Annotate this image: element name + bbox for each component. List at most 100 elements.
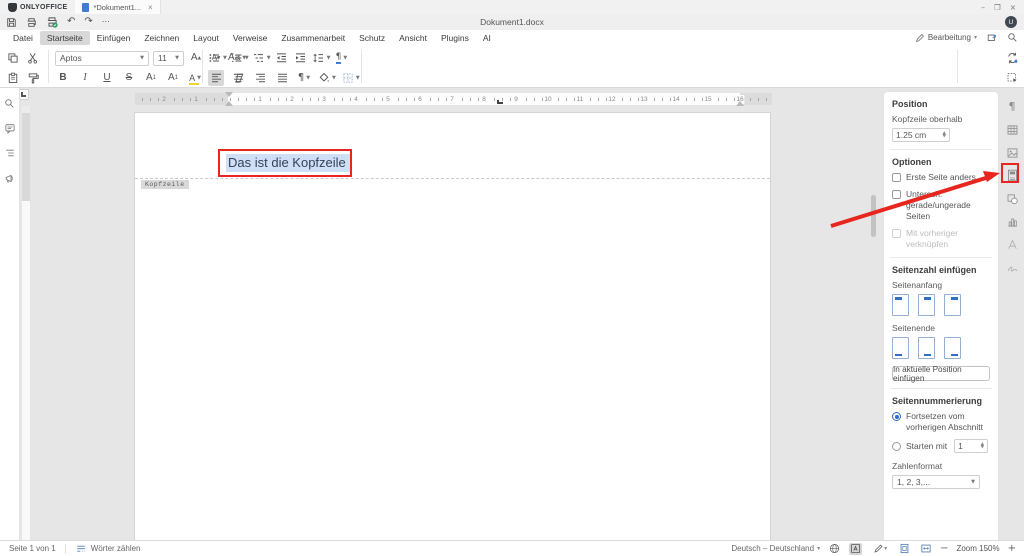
checkbox-even-odd-pages[interactable]: Untersch. gerade/ungerade Seiten [892,189,990,222]
italic-button[interactable]: I [77,70,93,86]
vertical-scrollbar[interactable] [871,195,876,237]
highlight-color-button[interactable]: A▼ [187,70,203,86]
page-number-top-center-thumb[interactable] [918,294,935,316]
search-icon[interactable] [1007,32,1018,43]
menu-plugins[interactable]: Plugins [434,31,476,45]
checkbox-first-page-different[interactable]: Erste Seite anders [892,172,990,183]
edit-mode-selector[interactable]: Bearbeitung ▾ [915,33,977,43]
superscript-button[interactable]: A1 [143,70,159,86]
zoom-in-button[interactable]: + [1008,543,1016,554]
radio-selected-icon[interactable] [892,412,901,421]
signature-settings-icon[interactable] [1005,260,1020,275]
word-count-button[interactable]: Wörter zählen [66,541,150,556]
align-left-button[interactable] [208,70,224,86]
multilevel-list-button[interactable]: ▼ [252,50,271,66]
bullet-list-button[interactable]: ▼ [208,50,227,66]
bold-button[interactable]: B [55,70,71,86]
checkbox-icon[interactable] [892,173,901,182]
tab-stop-marker[interactable] [497,100,503,104]
paragraph-shading-button[interactable]: ¶▼ [333,50,349,66]
zoom-out-button[interactable]: − [940,543,948,554]
right-indent-marker[interactable] [736,101,744,106]
track-changes-button[interactable]: ▾ [870,543,890,555]
paragraph-settings-icon[interactable]: ¶ [1005,99,1020,114]
table-settings-icon[interactable] [1005,122,1020,137]
underline-button[interactable]: U [99,70,115,86]
feedback-icon[interactable] [3,171,17,185]
menu-schutz[interactable]: Schutz [352,31,392,45]
shading-color-button[interactable]: ▼ [318,70,336,86]
borders-button[interactable]: ▼ [342,70,360,86]
text-art-settings-icon[interactable] [1005,237,1020,252]
line-spacing-button[interactable]: ▼ [312,50,331,66]
left-indent-marker[interactable] [225,101,233,106]
radio-continue-from-previous[interactable]: Fortsetzen vom vorherigen Abschnitt [892,411,990,433]
align-center-button[interactable] [230,70,246,86]
header-position-stepper[interactable]: 1.25 cm ▲▼ [892,128,950,142]
document-language-icon[interactable] [828,543,841,555]
menu-einfuegen[interactable]: Einfügen [90,31,138,45]
copy-button[interactable] [5,50,21,66]
menu-ansicht[interactable]: Ansicht [392,31,434,45]
comments-icon[interactable] [3,121,17,135]
language-selector[interactable]: Deutsch – Deutschland ▾ [731,544,820,553]
replace-button[interactable] [1004,50,1020,66]
nonprinting-characters-button[interactable]: ¶▼ [296,70,312,86]
radio-start-at[interactable]: Starten mit 1 ▲▼ [892,439,990,453]
font-size-select[interactable]: 11 ▼ [153,51,184,66]
shape-settings-icon[interactable] [1005,191,1020,206]
start-at-stepper[interactable]: 1 ▲▼ [954,439,988,453]
document-tab[interactable]: *Dokument1... × [75,0,160,14]
cut-button[interactable] [25,50,41,66]
increase-indent-button[interactable] [293,50,309,66]
page-number-bottom-center-thumb[interactable] [918,337,935,359]
insert-at-current-position-button[interactable]: In aktuelle Position einfügen [892,366,990,381]
minimize-button[interactable]: – [981,3,985,12]
stepper-down-icon[interactable]: ▼ [943,135,946,139]
page-indicator[interactable]: Seite 1 von 1 [0,541,65,556]
font-name-select[interactable]: Aptos ▼ [55,51,149,66]
page-number-top-right-thumb[interactable] [944,294,961,316]
radio-icon[interactable] [892,442,901,451]
decrease-indent-button[interactable] [274,50,290,66]
menu-zusammenarbeit[interactable]: Zusammenarbeit [274,31,352,45]
menu-startseite[interactable]: Startseite [40,31,90,45]
zoom-level-label[interactable]: Zoom 150% [956,544,999,553]
horizontal-ruler[interactable]: 2 1 1 2 3 4 5 6 7 8 9 10 11 12 13 14 15 … [135,93,772,105]
checkbox-icon[interactable] [892,190,901,199]
numbered-list-button[interactable]: ▼ [230,50,249,66]
stepper-down-icon[interactable]: ▼ [981,446,984,450]
fit-page-button[interactable] [898,543,911,555]
strikethrough-button[interactable]: S [121,70,137,86]
select-all-button[interactable] [1004,70,1020,86]
number-format-select[interactable]: 1, 2, 3,... ▼ [892,475,980,489]
increase-font-size-button[interactable]: A▲ [188,50,204,66]
vertical-ruler[interactable] [22,106,30,540]
header-text-selected[interactable]: Das ist die Kopfzeile [226,154,350,172]
page-number-bottom-right-thumb[interactable] [944,337,961,359]
header-footer-settings-icon[interactable] [1005,168,1020,183]
menu-ai[interactable]: AI [476,31,498,45]
open-file-location-icon[interactable] [986,32,998,43]
menu-layout[interactable]: Layout [186,31,226,45]
find-icon[interactable] [3,96,17,110]
menu-verweise[interactable]: Verweise [226,31,275,45]
paste-button[interactable] [5,70,21,86]
chart-settings-icon[interactable] [1005,214,1020,229]
maximize-button[interactable]: ❐ [994,3,1001,12]
justify-button[interactable] [274,70,290,86]
image-settings-icon[interactable] [1005,145,1020,160]
page-number-bottom-left-thumb[interactable] [892,337,909,359]
user-avatar[interactable]: U [1005,16,1017,28]
spellcheck-toggle[interactable] [849,543,862,555]
tab-close-icon[interactable]: × [148,3,153,12]
page-number-top-left-thumb[interactable] [892,294,909,316]
document-page[interactable]: Das ist die Kopfzeile Kopfzeile [135,113,770,540]
first-line-indent-marker[interactable] [225,92,233,97]
align-right-button[interactable] [252,70,268,86]
menu-datei[interactable]: Datei [6,31,40,45]
fit-width-button[interactable] [919,543,932,555]
headings-navigation-icon[interactable] [3,146,17,160]
format-painter-button[interactable] [25,70,41,86]
menu-zeichnen[interactable]: Zeichnen [137,31,186,45]
